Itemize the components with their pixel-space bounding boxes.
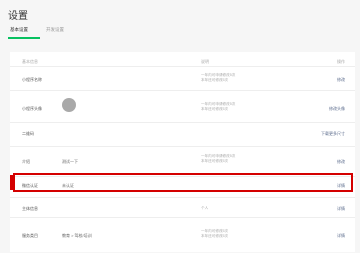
modify-intro-link[interactable]: 修改 [337,159,345,165]
table-row: 小程序头像 一年内可申请修改5次 本年还可修改5次 修改头像 [10,90,355,121]
entity-detail-link[interactable]: 详情 [337,206,345,212]
table-row: 服务类目 教育 > 驾校/培训 一年内可修改5次 本年还可修改5次 详情 [10,217,355,253]
table-row: 小程序名称 一年内可申请修改5次 本年还可修改5次 修改 [10,66,355,89]
row-note: 一年内可申请修改5次 本年还可修改5次 [201,102,236,111]
row-label: 小程序名称 [22,77,42,82]
row-label: 二维码 [22,131,34,136]
row-note: 一年内可申请修改5次 本年还可修改5次 [201,73,236,82]
header-item: 基本信息 [22,59,38,64]
row-note: 一年内可申请修改5次 本年还可修改5次 [201,154,236,163]
modify-avatar-link[interactable]: 修改头像 [329,106,345,112]
table-row: 介绍 测试一下 一年内可申请修改5次 本年还可修改5次 修改 [10,146,355,175]
settings-card: 基本信息 说明 操作 小程序名称 一年内可申请修改5次 本年还可修改5次 修改 … [10,52,355,252]
row-value: 测试一下 [62,159,78,164]
page-title: 设置 [8,11,28,22]
category-detail-link[interactable]: 详情 [337,233,345,239]
row-label: 服务类目 [22,233,38,238]
table-row: 主体信息 个人 详情 [10,197,355,216]
highlight-box [13,173,353,192]
row-label: 介绍 [22,159,30,164]
tab-dev-settings[interactable]: 开发设置 [46,27,64,33]
header-action: 操作 [337,59,345,64]
highlight-left-marker [10,175,13,190]
row-label: 主体信息 [22,206,38,211]
modify-name-link[interactable]: 修改 [337,77,345,83]
row-note: 个人 [201,206,209,210]
table-row: 二维码 下载更多尺寸 [10,122,355,145]
avatar [62,98,76,112]
row-value: 教育 > 驾校/培训 [62,233,92,238]
row-label: 小程序头像 [22,106,42,111]
row-note: 一年内可修改5次 本年还可修改5次 [201,229,229,238]
active-tab-underline [8,37,40,39]
tab-basic-settings[interactable]: 基本设置 [10,27,28,33]
header-description: 说明 [201,59,209,64]
table-header: 基本信息 说明 操作 [10,56,355,66]
download-qr-link[interactable]: 下载更多尺寸 [321,131,345,137]
